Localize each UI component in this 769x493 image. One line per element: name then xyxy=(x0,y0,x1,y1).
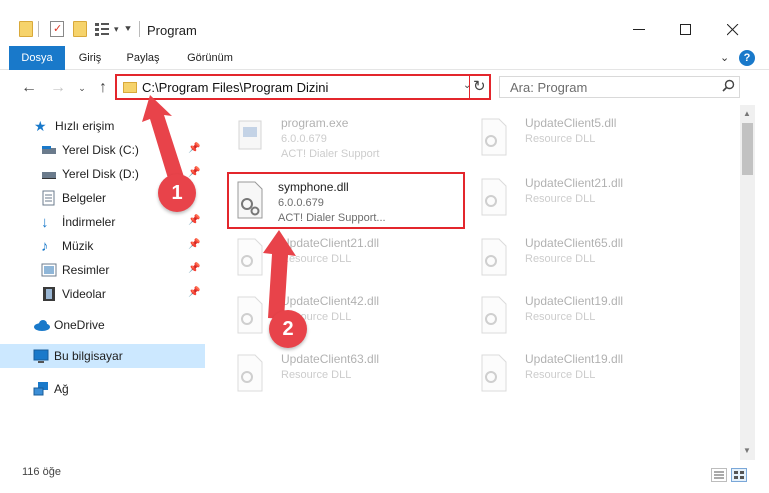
annotation-overlay xyxy=(142,95,296,319)
step-badge-2: 2 xyxy=(269,310,307,348)
arrow-1-icon xyxy=(142,95,185,185)
arrow-2-icon xyxy=(263,230,296,319)
step-badge-1: 1 xyxy=(158,174,196,212)
